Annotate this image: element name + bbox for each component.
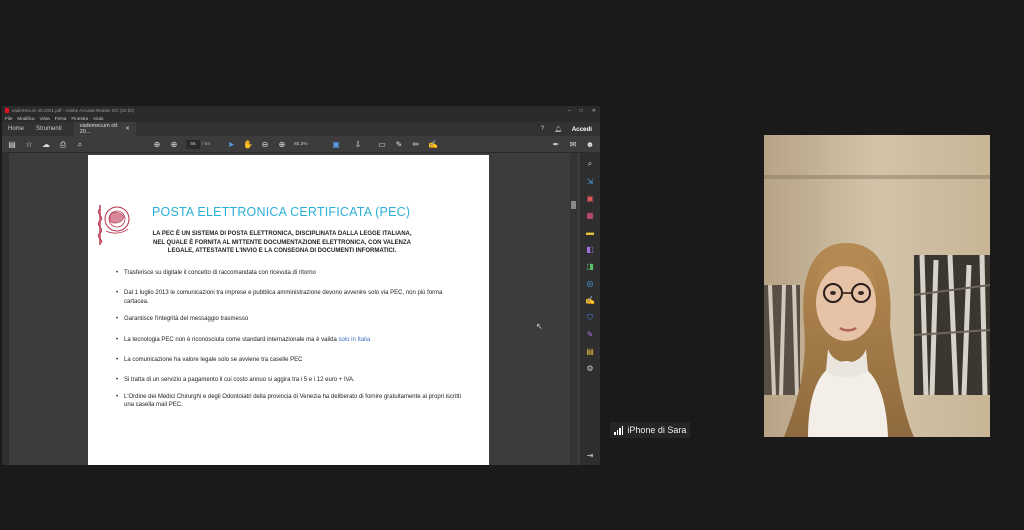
navigation-pane-toggle[interactable] [2,153,9,465]
window-titlebar: vademecum ott 2021.pdf - Adobe Acrobat R… [2,106,600,115]
combine-files-icon[interactable]: ◧ [585,245,595,255]
previous-page-icon[interactable]: ⊕ [151,136,163,153]
draw-icon[interactable]: ✏ [410,136,422,153]
medical-order-logo [97,205,130,245]
tab-home[interactable]: Home [2,122,30,136]
request-signature-icon[interactable]: ✎ [585,330,595,340]
organize-pages-icon[interactable]: ◨ [585,262,595,272]
participant-name-tag: iPhone di Sara [610,422,691,438]
bullet-list: Trasferisce su digitale il concetto di r… [116,269,466,410]
highlighted-text: solo in Italia [338,336,371,343]
maximize-icon[interactable]: □ [580,108,583,114]
export-pdf-icon[interactable]: ⇲ [585,177,595,187]
close-icon[interactable]: ✕ [592,108,596,114]
comment-tool-icon[interactable]: ▬ [585,228,595,238]
sign-in-button[interactable]: Accedi [572,126,592,133]
account-icon[interactable]: ☻ [584,136,596,153]
participant-video[interactable] [764,135,990,437]
select-cursor-icon[interactable]: ➤ [225,136,237,153]
tab-bar: Home Strumenti vademecum ott 20... ✕ ? 🔔… [2,122,600,136]
scan-ocr-icon[interactable]: ◎ [585,279,595,289]
highlight-pen-icon[interactable]: ✎ [393,136,405,153]
create-icon[interactable]: ▤ [6,136,18,153]
zoom-tool-icon[interactable]: ⌕ [585,159,595,169]
collapse-pane-icon[interactable]: ⇥ [585,451,595,461]
pdf-app-icon [5,108,9,113]
menu-finestra[interactable]: Finestra [71,116,88,121]
bullet-item: Garantisce l'integrità del messaggio tra… [116,315,466,324]
create-pdf-icon[interactable]: ▣ [585,194,595,204]
notification-bell-icon[interactable]: 🔔︎ [554,126,562,133]
minimize-icon[interactable]: – [568,108,571,114]
tab-close-icon[interactable]: ✕ [125,126,130,132]
cloud-upload-icon[interactable]: ☁ [40,136,52,153]
comment-icon[interactable]: ▭ [376,136,388,153]
scroll-mode-icon[interactable]: ⇩ [352,136,364,153]
menu-modifica[interactable]: Modifica [17,116,34,121]
menu-aiuto[interactable]: Aiuto [93,116,103,121]
slide-subtitle: LA PEC È UN SISTEMA DI POSTA ELETTRONICA… [152,231,412,255]
pdf-page: POSTA ELETTRONICA CERTIFICATA (PEC) LA P… [88,155,489,465]
search-icon[interactable]: ⌕ [74,136,86,153]
protect-icon[interactable]: ⛉ [585,313,595,323]
mouse-pointer-icon: ↖ [536,322,543,331]
window-title: vademecum ott 2021.pdf - Adobe Acrobat R… [12,108,135,113]
shared-screen-acrobat-window: vademecum ott 2021.pdf - Adobe Acrobat R… [2,106,600,465]
bullet-item: L'Ordine dei Medici Chirurghi e degli Od… [116,393,466,410]
menu-vista[interactable]: Vista [40,116,50,121]
prepare-form-icon[interactable]: ▤ [585,347,595,357]
mail-icon[interactable]: ✉ [567,136,579,153]
bullet-item: Dal 1 luglio 2013 le comunicazioni tra i… [116,289,466,306]
meeting-stage: vademecum ott 2021.pdf - Adobe Acrobat R… [0,0,1024,530]
fill-and-sign-icon[interactable]: ✍ [585,296,595,306]
next-page-icon[interactable]: ⊕ [168,136,180,153]
vertical-scrollbar[interactable] [570,153,577,465]
signal-strength-icon [614,425,624,435]
menu-bar: File Modifica Vista Firma Finestra Aiuto [2,115,600,122]
page-view-icon[interactable]: ▣ [330,136,342,153]
bullet-item: Si tratta di un servizio a pagamento il … [116,376,466,385]
tab-document-label: vademecum ott 20... [79,123,118,135]
zoom-in-icon[interactable]: ⊕ [276,136,288,153]
edit-pdf-icon[interactable]: ▦ [585,211,595,221]
bullet-item: Trasferisce su digitale il concetto di r… [116,269,466,278]
bullet-text: La tecnologia PEC non è riconosciuta com… [124,336,339,343]
zoom-out-icon[interactable]: ⊖ [259,136,271,153]
bullet-item: La tecnologia PEC non è riconosciuta com… [116,336,466,345]
participant-name: iPhone di Sara [627,425,687,435]
slide-title: POSTA ELETTRONICA CERTIFICATA (PEC) [152,205,411,219]
bullet-item: La comunicazione ha valore legale solo s… [116,356,466,365]
tools-pane: ⌕ ⇲ ▣ ▦ ▬ ◧ ◨ ◎ ✍ ⛉ ✎ ▤ ⚙ ⇥ [580,153,600,465]
help-icon[interactable]: ? [541,126,544,132]
more-tools-icon[interactable]: ⚙ [585,364,595,374]
bookmark-star-icon[interactable]: ☆ [23,136,35,153]
tab-document[interactable]: vademecum ott 20... ✕ [73,122,136,136]
page-number-input[interactable]: 55 [186,140,200,149]
menu-file[interactable]: File [5,116,12,121]
fill-sign-icon[interactable]: ✍ [427,136,439,153]
main-toolbar: ▤ ☆ ☁ ⎙ ⌕ ⊕ ⊕ 55 / 64 ➤ ✋ ⊖ ⊕ 85,3% ▣ ⇩ … [2,136,600,153]
hand-tool-icon[interactable]: ✋ [242,136,254,153]
document-view[interactable]: POSTA ELETTRONICA CERTIFICATA (PEC) LA P… [2,153,577,465]
participant-video-frame [764,135,990,437]
zoom-level[interactable]: 85,3% [294,140,308,149]
menu-firma[interactable]: Firma [55,116,67,121]
page-total: / 64 [202,142,211,147]
tab-strumenti[interactable]: Strumenti [30,122,68,136]
edit-pen-icon[interactable]: ✒ [550,136,562,153]
scrollbar-thumb[interactable] [571,201,576,209]
print-icon[interactable]: ⎙ [57,136,69,153]
